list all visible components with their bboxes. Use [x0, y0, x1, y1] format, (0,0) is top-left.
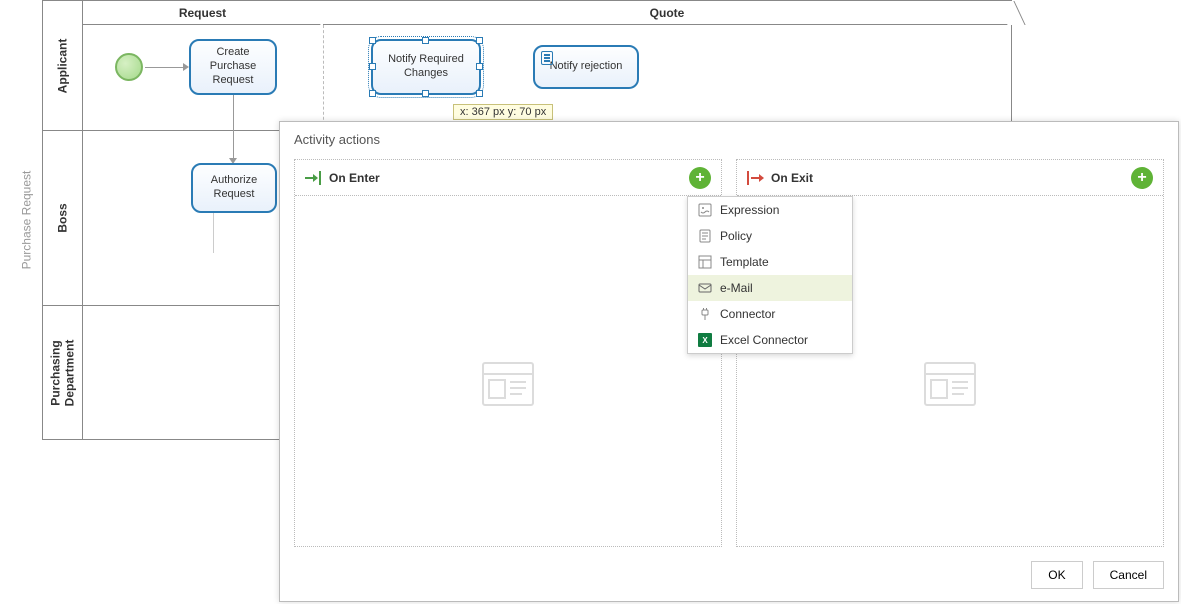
- selection-handle[interactable]: [369, 37, 376, 44]
- on-exit-header: On Exit +: [737, 160, 1163, 196]
- phase-header-request-label: Request: [179, 6, 226, 20]
- add-action-menu: Expression Policy Template: [687, 196, 853, 354]
- bpmn-task-authorize-request[interactable]: Authorize Request: [191, 163, 277, 213]
- script-task-icon: [541, 51, 553, 65]
- on-enter-header: On Enter +: [295, 160, 721, 196]
- expression-icon: [698, 203, 712, 217]
- lane-label-purchasing: Purchasing Department: [43, 306, 83, 440]
- excel-icon: X: [698, 333, 712, 347]
- phase-header-quote[interactable]: Quote: [323, 1, 1011, 25]
- flow-create-to-authorize-2: [233, 131, 234, 159]
- bpmn-task-create-purchase-request[interactable]: Create Purchase Request: [189, 39, 277, 95]
- selection-handle[interactable]: [422, 37, 429, 44]
- menu-item-template-label: Template: [720, 255, 769, 269]
- on-enter-label: On Enter: [329, 171, 380, 185]
- phase-header-quote-label: Quote: [650, 6, 685, 20]
- ok-button[interactable]: OK: [1031, 561, 1082, 589]
- flow-create-to-authorize: [233, 95, 234, 131]
- connector-icon: [698, 307, 712, 321]
- task-notify-rejection-label: Notify rejection: [550, 60, 623, 74]
- dialog-footer: OK Cancel: [1031, 561, 1164, 589]
- selection-handle[interactable]: [422, 90, 429, 97]
- phase-divider-applicant: [323, 25, 324, 130]
- menu-item-excel-connector[interactable]: X Excel Connector: [688, 327, 852, 353]
- dialog-title: Activity actions: [280, 122, 1178, 159]
- menu-item-policy-label: Policy: [720, 229, 752, 243]
- email-icon: [698, 281, 712, 295]
- bpmn-start-event[interactable]: [115, 53, 143, 81]
- dialog-title-text: Activity actions: [294, 132, 380, 147]
- dialog-body: On Enter +: [280, 159, 1178, 547]
- lane-label-boss: Boss: [43, 131, 83, 305]
- on-enter-panel: On Enter +: [294, 159, 722, 547]
- template-icon: [698, 255, 712, 269]
- lane-label-boss-text: Boss: [56, 203, 70, 232]
- lane-applicant: Applicant Request Quote: [43, 0, 1011, 130]
- menu-item-policy[interactable]: Policy: [688, 223, 852, 249]
- flow-start-to-create: [145, 67, 183, 68]
- selection-handle[interactable]: [476, 90, 483, 97]
- menu-item-template[interactable]: Template: [688, 249, 852, 275]
- lane-label-applicant: Applicant: [43, 1, 83, 130]
- selection-handle[interactable]: [476, 37, 483, 44]
- cancel-button-label: Cancel: [1110, 568, 1147, 582]
- task-authorize-label: Authorize Request: [211, 174, 257, 202]
- selection-handle[interactable]: [369, 63, 376, 70]
- menu-item-connector-label: Connector: [720, 307, 775, 321]
- menu-item-expression-label: Expression: [720, 203, 779, 217]
- coordinate-tooltip: x: 367 px y: 70 px: [453, 104, 553, 120]
- on-exit-icon: [747, 171, 763, 185]
- cancel-button[interactable]: Cancel: [1093, 561, 1164, 589]
- coordinate-tooltip-text: x: 367 px y: 70 px: [460, 106, 546, 118]
- on-enter-icon: [305, 171, 321, 185]
- selection-handle[interactable]: [369, 90, 376, 97]
- ok-button-label: OK: [1048, 568, 1065, 582]
- pool-label: Purchase Request: [12, 0, 40, 440]
- lane-label-applicant-text: Applicant: [56, 38, 70, 93]
- selection-handle[interactable]: [476, 63, 483, 70]
- task-create-label: Create Purchase Request: [210, 46, 256, 87]
- menu-item-excel-connector-label: Excel Connector: [720, 333, 808, 347]
- lane-body-applicant[interactable]: Request Quote Create Purchase Request: [83, 1, 1011, 130]
- on-exit-label: On Exit: [771, 171, 813, 185]
- phase-header-request[interactable]: Request: [83, 1, 323, 25]
- lane-label-purchasing-text: Purchasing Department: [49, 340, 77, 407]
- menu-item-email-label: e-Mail: [720, 281, 753, 295]
- on-enter-placeholder-icon: [482, 362, 534, 406]
- policy-icon: [698, 229, 712, 243]
- on-exit-placeholder-icon: [924, 362, 976, 406]
- menu-item-connector[interactable]: Connector: [688, 301, 852, 327]
- menu-item-email[interactable]: e-Mail: [688, 275, 852, 301]
- menu-item-expression[interactable]: Expression: [688, 197, 852, 223]
- bpmn-task-notify-rejection[interactable]: Notify rejection: [533, 45, 639, 89]
- on-enter-add-button[interactable]: +: [689, 167, 711, 189]
- pool-label-text: Purchase Request: [19, 171, 33, 270]
- flow-feedback: [213, 213, 214, 253]
- activity-actions-dialog: Activity actions On Enter +: [279, 121, 1179, 602]
- task-notify-changes-label: Notify Required Changes: [388, 53, 464, 81]
- bpmn-task-notify-required-changes[interactable]: Notify Required Changes: [371, 39, 481, 95]
- on-exit-add-button[interactable]: +: [1131, 167, 1153, 189]
